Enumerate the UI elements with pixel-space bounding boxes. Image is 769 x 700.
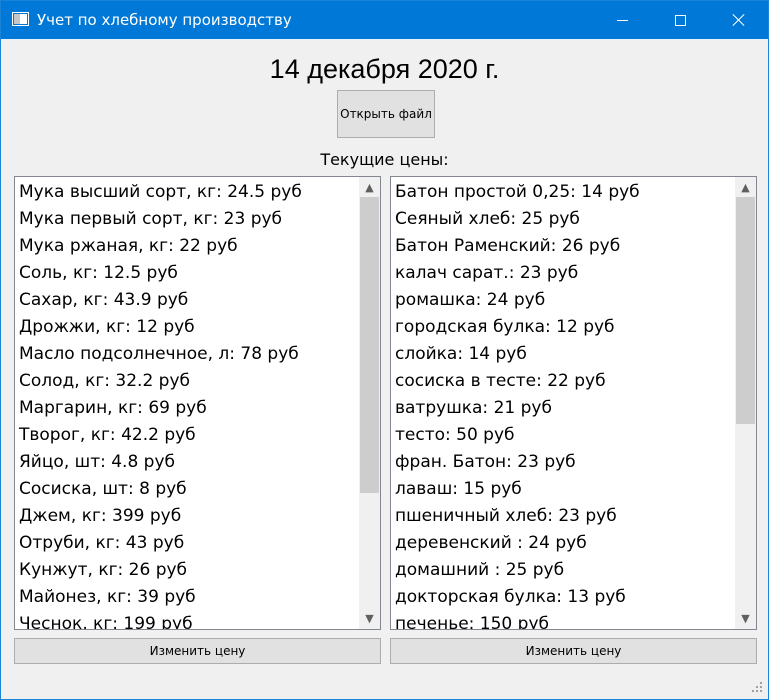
ingredient-list-item[interactable]: Мука ржаная, кг: 22 руб	[19, 233, 357, 260]
scroll-down-icon[interactable]: ▼	[735, 608, 756, 629]
current-prices-label: Текущие цены:	[320, 150, 449, 169]
ingredient-list-item[interactable]: Творог, кг: 42.2 руб	[19, 422, 357, 449]
product-list-item[interactable]: Сеяный хлеб: 25 руб	[395, 206, 733, 233]
product-list-item[interactable]: лаваш: 15 руб	[395, 476, 733, 503]
products-price-list[interactable]: Батон простой 0,25: 14 руб Сеяный хлеб: …	[390, 176, 757, 630]
product-list-item[interactable]: городская булка: 12 руб	[395, 314, 733, 341]
minimize-icon	[616, 19, 628, 21]
product-list-item[interactable]: слойка: 14 руб	[395, 341, 733, 368]
product-list-item[interactable]: Батон Раменский: 26 руб	[395, 233, 733, 260]
scroll-up-icon[interactable]: ▲	[735, 177, 756, 198]
app-window: Учет по хлебному производству 14 декабря…	[0, 0, 769, 700]
ingredients-scrollbar[interactable]: ▲ ▼	[359, 177, 380, 629]
products-scrollbar[interactable]: ▲ ▼	[735, 177, 756, 629]
products-list-items: Батон простой 0,25: 14 руб Сеяный хлеб: …	[395, 179, 733, 629]
product-list-item[interactable]: домашний : 25 руб	[395, 557, 733, 584]
window-title: Учет по хлебному производству	[37, 11, 292, 29]
product-list-item[interactable]: фран. Батон: 23 руб	[395, 449, 733, 476]
scroll-up-icon[interactable]: ▲	[359, 177, 380, 198]
ingredient-list-item[interactable]: Джем, кг: 399 руб	[19, 503, 357, 530]
ingredients-scroll-thumb[interactable]	[360, 197, 379, 493]
ingredients-price-list[interactable]: Мука высший сорт, кг: 24.5 руб Мука перв…	[14, 176, 381, 630]
ingredient-list-item[interactable]: Чеснок, кг: 199 руб	[19, 611, 357, 629]
change-ingredient-price-button[interactable]: Изменить цену	[14, 638, 381, 664]
product-list-item[interactable]: ватрушка: 21 руб	[395, 395, 733, 422]
change-product-price-button[interactable]: Изменить цену	[390, 638, 757, 664]
products-scroll-thumb[interactable]	[736, 197, 755, 424]
product-list-item[interactable]: ромашка: 24 руб	[395, 287, 733, 314]
product-list-item[interactable]: калач сарат.: 23 руб	[395, 260, 733, 287]
ingredient-list-item[interactable]: Масло подсолнечное, л: 78 руб	[19, 341, 357, 368]
maximize-icon	[674, 14, 686, 26]
ingredient-list-item[interactable]: Мука первый сорт, кг: 23 руб	[19, 206, 357, 233]
window-app-icon	[12, 12, 29, 26]
product-list-item[interactable]: Батон простой 0,25: 14 руб	[395, 179, 733, 206]
ingredient-list-item[interactable]: Отруби, кг: 43 руб	[19, 530, 357, 557]
open-file-button[interactable]: Открыть файл	[337, 90, 435, 138]
close-button[interactable]	[710, 1, 768, 39]
product-list-item[interactable]: тесто: 50 руб	[395, 422, 733, 449]
ingredient-list-item[interactable]: Соль, кг: 12.5 руб	[19, 260, 357, 287]
ingredient-list-item[interactable]: Кунжут, кг: 26 руб	[19, 557, 357, 584]
ingredient-list-item[interactable]: Майонез, кг: 39 руб	[19, 584, 357, 611]
ingredient-list-item[interactable]: Мука высший сорт, кг: 24.5 руб	[19, 179, 357, 206]
product-list-item[interactable]: пшеничный хлеб: 23 руб	[395, 503, 733, 530]
product-list-item[interactable]: докторская булка: 13 руб	[395, 584, 733, 611]
close-icon	[732, 13, 746, 27]
ingredient-list-item[interactable]: Солод, кг: 32.2 руб	[19, 368, 357, 395]
maximize-button[interactable]	[651, 1, 709, 39]
ingredient-list-item[interactable]: Маргарин, кг: 69 руб	[19, 395, 357, 422]
scroll-down-icon[interactable]: ▼	[359, 608, 380, 629]
ingredient-list-item[interactable]: Сосиска, шт: 8 руб	[19, 476, 357, 503]
product-list-item[interactable]: печенье: 150 руб	[395, 611, 733, 629]
title-bar[interactable]: Учет по хлебному производству	[1, 1, 768, 39]
product-list-item[interactable]: деревенский : 24 руб	[395, 530, 733, 557]
ingredients-list-items: Мука высший сорт, кг: 24.5 руб Мука перв…	[19, 179, 357, 629]
resize-grip-icon[interactable]	[751, 682, 763, 694]
product-list-item[interactable]: сосиска в тесте: 22 руб	[395, 368, 733, 395]
minimize-button[interactable]	[593, 1, 651, 39]
ingredient-list-item[interactable]: Дрожжи, кг: 12 руб	[19, 314, 357, 341]
ingredient-list-item[interactable]: Яйцо, шт: 4.8 руб	[19, 449, 357, 476]
ingredient-list-item[interactable]: Сахар, кг: 43.9 руб	[19, 287, 357, 314]
current-date-title: 14 декабря 2020 г.	[269, 54, 500, 84]
